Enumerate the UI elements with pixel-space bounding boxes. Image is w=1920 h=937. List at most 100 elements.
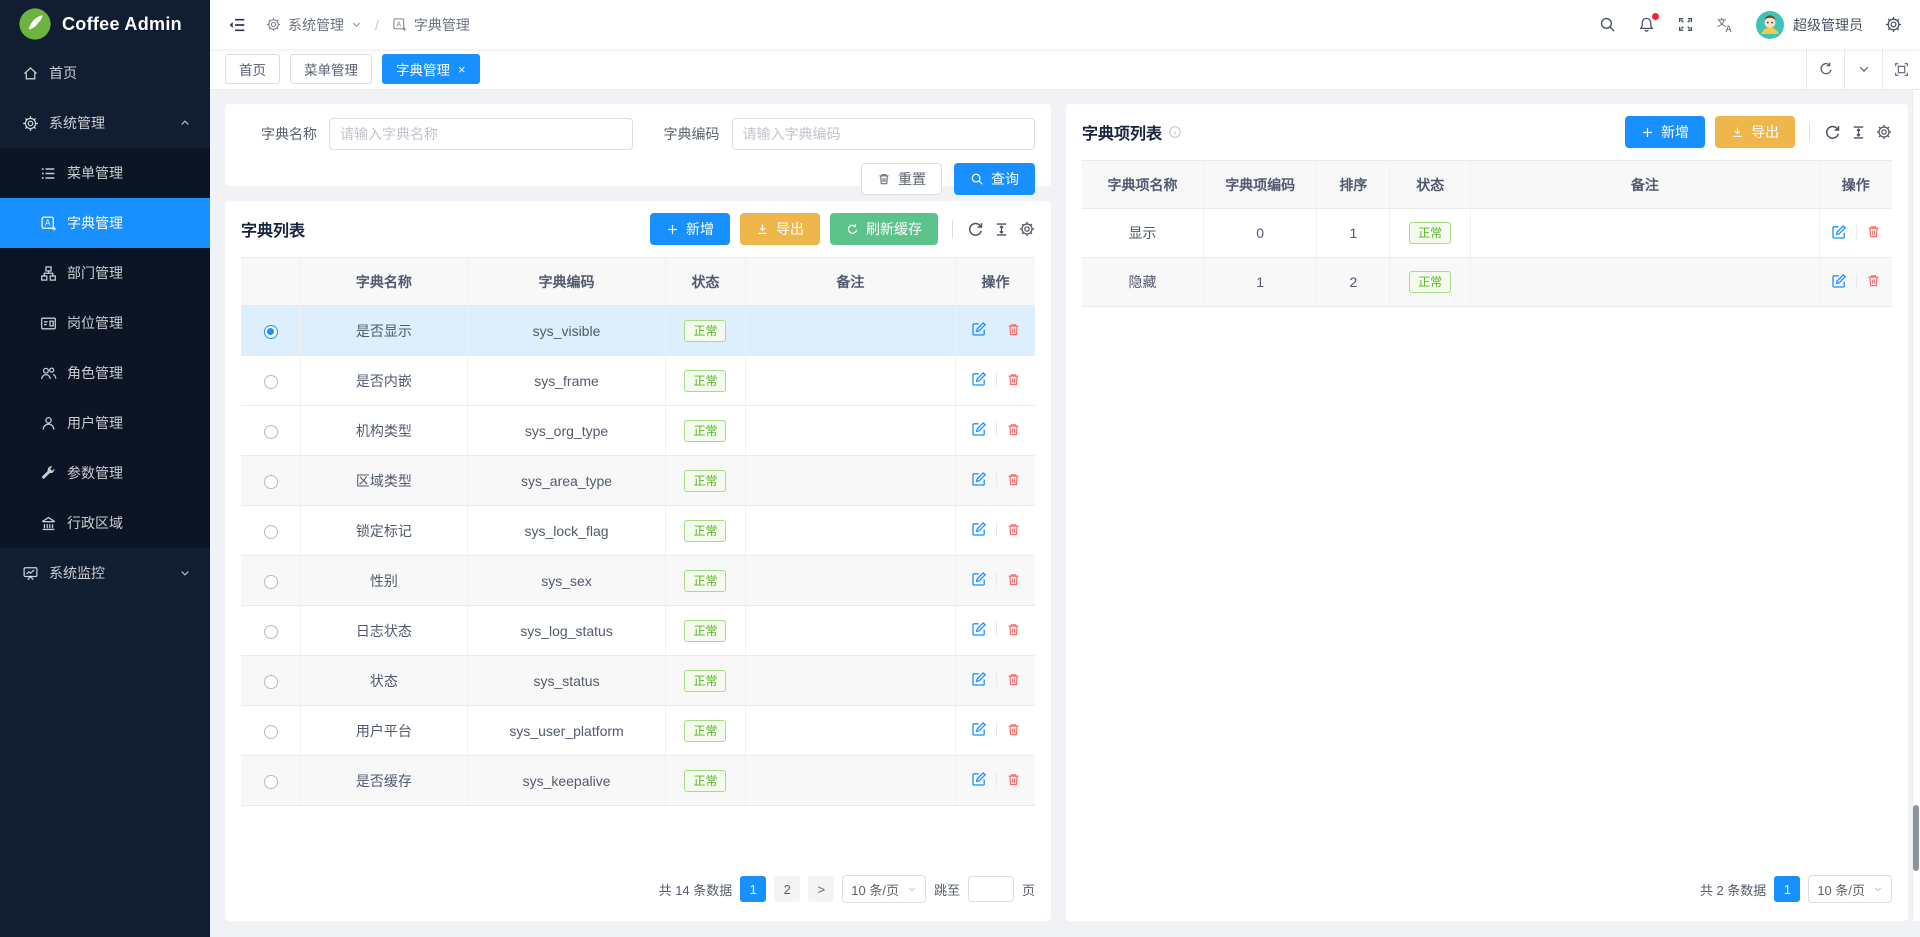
table-row[interactable]: 是否显示sys_visible正常 xyxy=(241,306,1035,356)
delete-icon[interactable] xyxy=(1006,672,1021,687)
edit-icon[interactable] xyxy=(971,671,987,687)
row-radio[interactable] xyxy=(264,575,278,589)
edit-icon[interactable] xyxy=(1831,224,1847,240)
sidebar-item[interactable]: 用户管理 xyxy=(0,398,210,448)
dict-code-input[interactable] xyxy=(732,118,1036,150)
tab[interactable]: 字典管理× xyxy=(382,54,480,84)
table-row[interactable]: 用户平台sys_user_platform正常 xyxy=(241,706,1035,756)
reset-button[interactable]: 重置 xyxy=(861,163,942,195)
edit-icon[interactable] xyxy=(971,371,987,387)
search-icon[interactable] xyxy=(1599,16,1616,33)
sidebar-item[interactable]: A字典管理 xyxy=(0,198,210,248)
spring-leaf-logo-icon xyxy=(18,7,52,41)
table-row[interactable]: 日志状态sys_log_status正常 xyxy=(241,606,1035,656)
sidebar-item[interactable]: 系统管理 xyxy=(0,98,210,148)
delete-icon[interactable] xyxy=(1006,522,1021,537)
edit-icon[interactable] xyxy=(1831,273,1847,289)
page-button[interactable]: 1 xyxy=(1774,876,1800,902)
chevron-down-icon[interactable] xyxy=(351,19,362,30)
user-menu[interactable]: 超级管理员 xyxy=(1756,11,1863,39)
table-row[interactable]: 状态sys_status正常 xyxy=(241,656,1035,706)
info-icon[interactable] xyxy=(1168,125,1182,139)
sidebar-item[interactable]: 菜单管理 xyxy=(0,148,210,198)
fullscreen-icon[interactable] xyxy=(1677,16,1694,33)
row-height-icon[interactable] xyxy=(994,222,1009,237)
row-radio[interactable] xyxy=(264,725,278,739)
reload-table-icon[interactable] xyxy=(1824,124,1841,141)
delete-icon[interactable] xyxy=(1866,224,1881,239)
notification-bell-icon[interactable] xyxy=(1638,16,1655,33)
reload-table-icon[interactable] xyxy=(967,221,984,238)
delete-icon[interactable] xyxy=(1006,472,1021,487)
tabs-dropdown-icon[interactable] xyxy=(1844,49,1882,90)
row-radio[interactable] xyxy=(264,475,278,489)
edit-icon[interactable] xyxy=(971,621,987,637)
row-radio[interactable] xyxy=(264,525,278,539)
delete-icon[interactable] xyxy=(1006,572,1021,587)
row-radio[interactable] xyxy=(264,675,278,689)
jump-page-input[interactable] xyxy=(968,876,1014,902)
add-dict-button[interactable]: 新增 xyxy=(650,213,730,245)
add-dict-item-button[interactable]: 新增 xyxy=(1625,116,1705,148)
row-radio[interactable] xyxy=(264,425,278,439)
scrollbar-thumb[interactable] xyxy=(1913,805,1919,871)
row-radio[interactable] xyxy=(264,775,278,789)
refresh-cache-button[interactable]: 刷新缓存 xyxy=(830,213,938,245)
edit-icon[interactable] xyxy=(971,571,987,587)
refresh-tab-icon[interactable] xyxy=(1806,49,1844,90)
page-button[interactable]: 2 xyxy=(774,876,800,902)
table-row[interactable]: 机构类型sys_org_type正常 xyxy=(241,406,1035,456)
page-scrollbar[interactable] xyxy=(1912,90,1920,921)
export-dict-item-button[interactable]: 导出 xyxy=(1715,116,1795,148)
sidebar-item[interactable]: 角色管理 xyxy=(0,348,210,398)
sidebar-item[interactable]: 参数管理 xyxy=(0,448,210,498)
dict-name-input[interactable] xyxy=(329,118,633,150)
breadcrumb-parent[interactable]: 系统管理 xyxy=(288,15,344,35)
page-size-select[interactable]: 10 条/页 xyxy=(842,875,926,903)
table-row[interactable]: 区域类型sys_area_type正常 xyxy=(241,456,1035,506)
delete-icon[interactable] xyxy=(1006,372,1021,387)
table-row[interactable]: 性别sys_sex正常 xyxy=(241,556,1035,606)
app-logo[interactable]: Coffee Admin xyxy=(0,0,210,48)
translate-icon[interactable]: 文A xyxy=(1716,16,1734,34)
edit-icon[interactable] xyxy=(971,421,987,437)
delete-icon[interactable] xyxy=(1006,722,1021,737)
row-height-icon[interactable] xyxy=(1851,125,1866,140)
sidebar-fold-icon[interactable] xyxy=(228,16,246,34)
sidebar-item[interactable]: 首页 xyxy=(0,48,210,98)
query-button[interactable]: 查询 xyxy=(954,163,1035,195)
table-row[interactable]: 隐藏12正常 xyxy=(1082,258,1892,307)
edit-icon[interactable] xyxy=(971,321,987,337)
table-row[interactable]: 是否内嵌sys_frame正常 xyxy=(241,356,1035,406)
delete-icon[interactable] xyxy=(1006,322,1021,337)
table-settings-gear-icon[interactable] xyxy=(1019,221,1035,237)
row-radio[interactable] xyxy=(264,375,278,389)
settings-gear-icon[interactable] xyxy=(1885,16,1902,33)
tab[interactable]: 菜单管理 xyxy=(290,54,372,84)
page-size-select[interactable]: 10 条/页 xyxy=(1808,875,1892,903)
sidebar-item[interactable]: 部门管理 xyxy=(0,248,210,298)
edit-icon[interactable] xyxy=(971,721,987,737)
row-radio[interactable] xyxy=(264,625,278,639)
next-page-button[interactable]: > xyxy=(808,876,834,902)
table-row[interactable]: 锁定标记sys_lock_flag正常 xyxy=(241,506,1035,556)
sidebar-item[interactable]: 系统监控 xyxy=(0,548,210,598)
sidebar-item[interactable]: 岗位管理 xyxy=(0,298,210,348)
delete-icon[interactable] xyxy=(1006,422,1021,437)
close-icon[interactable]: × xyxy=(458,63,466,76)
delete-icon[interactable] xyxy=(1006,772,1021,787)
page-button[interactable]: 1 xyxy=(740,876,766,902)
row-radio[interactable] xyxy=(264,325,278,339)
delete-icon[interactable] xyxy=(1866,273,1881,288)
sidebar-item[interactable]: 行政区域 xyxy=(0,498,210,548)
table-row[interactable]: 显示01正常 xyxy=(1082,209,1892,258)
table-settings-gear-icon[interactable] xyxy=(1876,124,1892,140)
edit-icon[interactable] xyxy=(971,471,987,487)
tab[interactable]: 首页 xyxy=(225,54,280,84)
edit-icon[interactable] xyxy=(971,771,987,787)
table-row[interactable]: 是否缓存sys_keepalive正常 xyxy=(241,756,1035,806)
export-dict-button[interactable]: 导出 xyxy=(740,213,820,245)
delete-icon[interactable] xyxy=(1006,622,1021,637)
edit-icon[interactable] xyxy=(971,521,987,537)
maximize-content-icon[interactable] xyxy=(1882,49,1920,90)
